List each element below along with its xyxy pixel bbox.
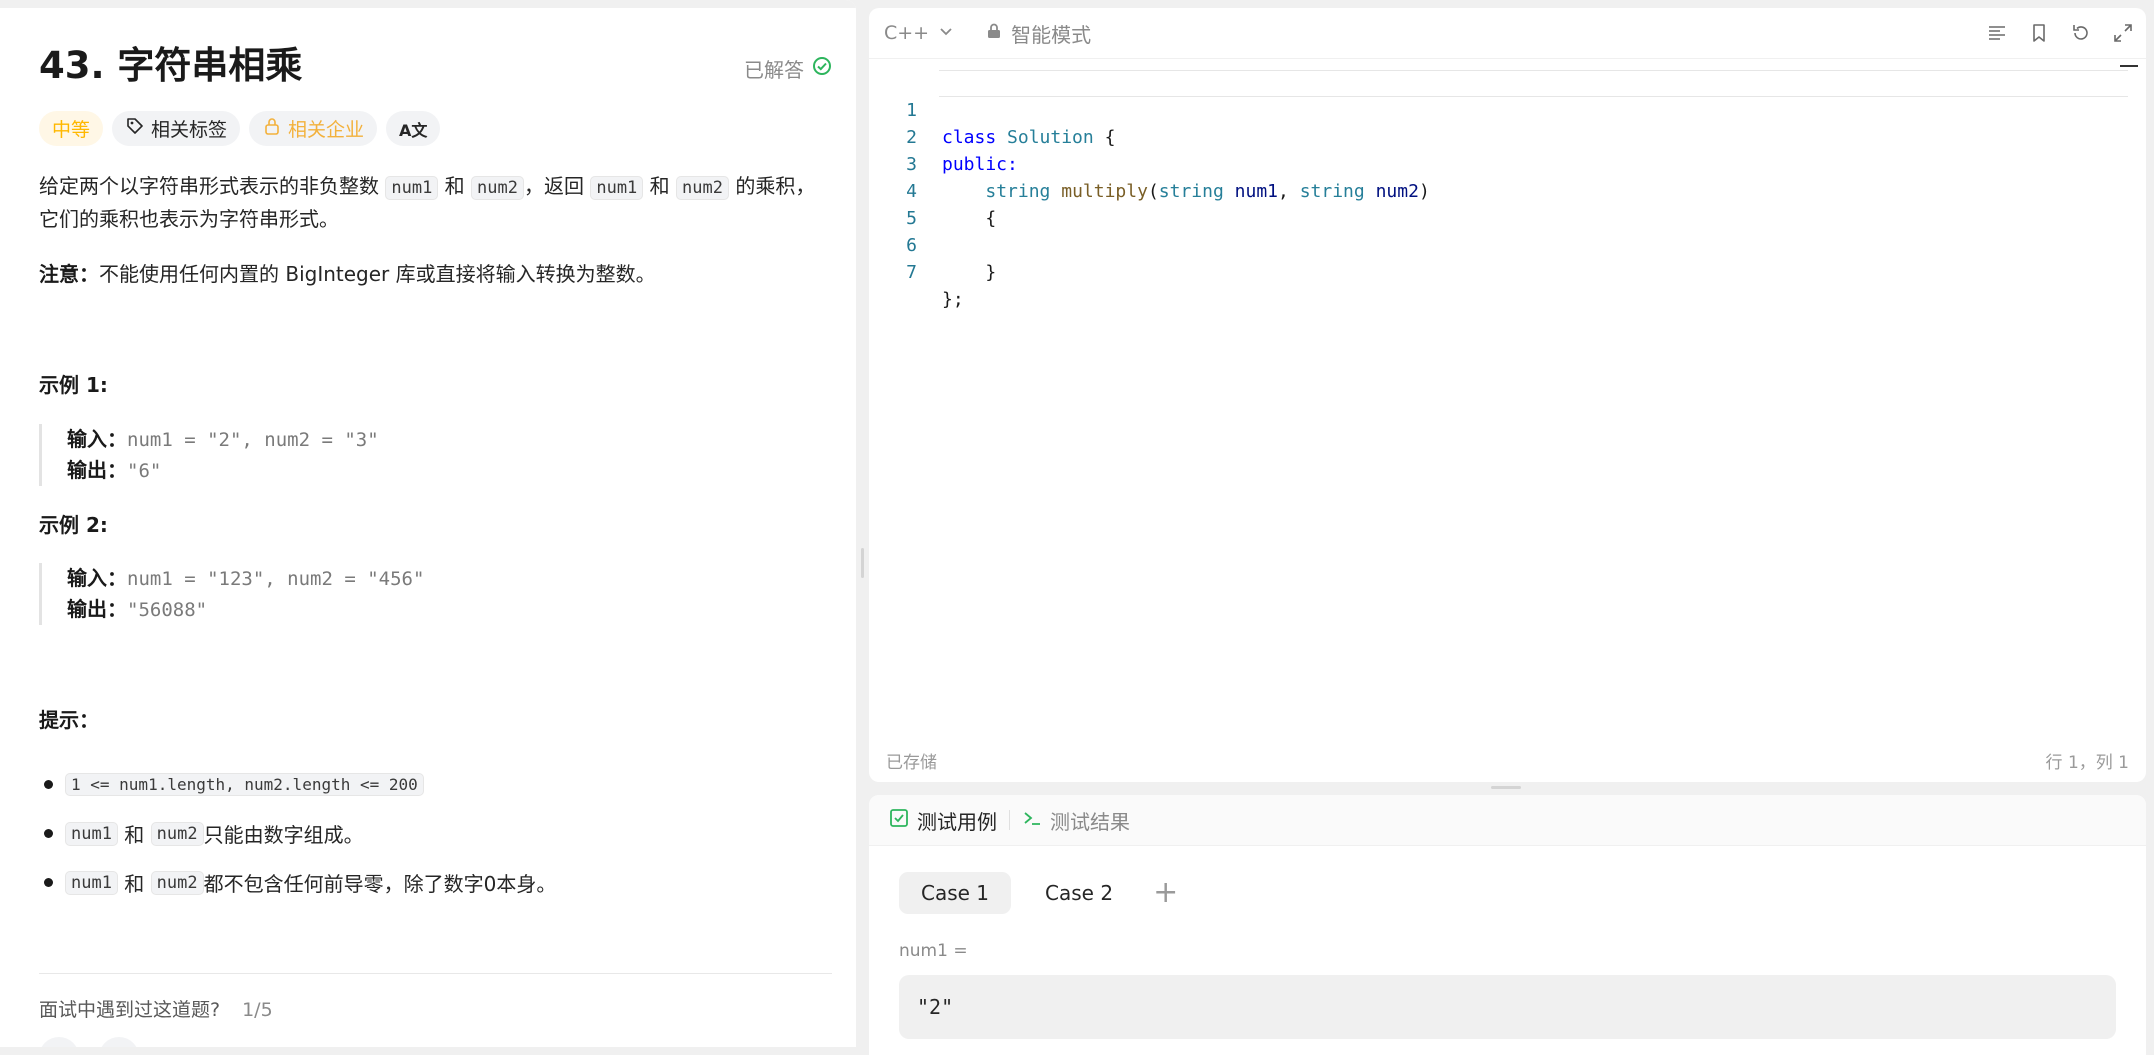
case-tab[interactable]: Case 2 <box>1023 872 1135 914</box>
code-area[interactable]: 1 class Solution { 2 public: 3 string mu… <box>869 70 2146 310</box>
tab-result-label: 测试结果 <box>1050 809 1130 834</box>
saved-status: 已存储 <box>886 752 937 773</box>
problem-description: 给定两个以字符串形式表示的非负整数 num1 和 num2 ，返回 num1 和 … <box>39 174 816 231</box>
case-tab[interactable]: Case 1 <box>899 872 1012 914</box>
no-button[interactable] <box>99 1037 139 1047</box>
code-line: 2 public: <box>906 127 1018 175</box>
example-output: "6" <box>127 460 162 482</box>
smart-mode-toggle[interactable]: 智能模式 <box>985 19 1091 48</box>
example-input: num1 = "123", num2 = "456" <box>127 568 425 590</box>
tab-result[interactable]: 测试结果 <box>1022 806 1130 835</box>
bookmark-icon[interactable] <box>2026 20 2052 46</box>
chevron-down-icon <box>937 22 955 45</box>
example-output: "56088" <box>127 599 208 621</box>
case-tabs: Case 1 Case 2 + <box>899 872 1178 914</box>
hints-heading: 提示： <box>39 708 99 732</box>
language-label: C++ <box>884 22 930 44</box>
solved-status: 已解答 <box>744 54 832 83</box>
tab-testcase-label: 测试用例 <box>917 809 997 834</box>
param-label: num1 = <box>899 941 968 961</box>
problem-title[interactable]: 43. 字符串相乘 <box>39 42 832 90</box>
inline-code: num2 <box>676 176 729 200</box>
tag-icon <box>125 116 145 141</box>
code-line: 4 { <box>906 181 997 229</box>
note-label: 注意： <box>39 262 99 286</box>
solved-label: 已解答 <box>744 58 804 82</box>
mode-label: 智能模式 <box>1011 22 1092 47</box>
tab-divider <box>1009 810 1010 830</box>
example-1-block: 输入：num1 = "2", num2 = "3" 输出："6" <box>39 424 379 486</box>
checkbox-icon <box>889 808 909 833</box>
related-tags-label: 相关标签 <box>151 119 228 141</box>
terminal-icon <box>1022 808 1042 833</box>
difficulty-label: 中等 <box>52 119 91 141</box>
vertical-resize-handle[interactable] <box>856 0 869 1047</box>
difficulty-tag[interactable]: 中等 <box>39 111 104 146</box>
code-line: 1 class Solution { <box>869 70 2146 148</box>
related-tags-button[interactable]: 相关标签 <box>112 111 241 146</box>
test-panel-tabs: 测试用例 测试结果 <box>869 795 2146 846</box>
related-companies-label: 相关企业 <box>288 119 365 141</box>
fullscreen-icon[interactable] <box>2110 20 2136 46</box>
tag-bar: 中等 相关标签 相关企业 A文 <box>39 111 441 146</box>
code-line: 6 } <box>906 235 997 283</box>
add-case-button[interactable]: + <box>1153 872 1178 914</box>
list-item: num1 和 num2 只能由数字组成。 <box>39 809 832 858</box>
hints-list: 1 <= num1.length, num2.length <= 200 num… <box>39 760 832 907</box>
interview-question: 面试中遇到过这道题? 1/5 <box>39 995 273 1022</box>
note: 注意：不能使用任何内置的 BigInteger 库或直接将输入转换为整数。 <box>39 259 832 290</box>
code-editor-panel: C++ 智能模式 1 class Solution {2 public: 3 … <box>869 8 2146 782</box>
title-row: 43. 字符串相乘 已解答 <box>39 42 832 92</box>
tab-testcase[interactable]: 测试用例 <box>889 806 997 835</box>
yes-button[interactable] <box>39 1037 79 1047</box>
code-line: 5 <box>906 208 917 229</box>
horizontal-resize-handle[interactable] <box>869 782 2146 795</box>
editor-status-bar: 已存储 行 1，列 1 <box>869 738 2146 782</box>
translate-icon: A文 <box>399 120 428 140</box>
interview-label: 面试中遇到过这道题? <box>39 999 221 1021</box>
lock-icon <box>262 116 282 141</box>
editor-toolbar: C++ 智能模式 <box>869 8 2146 59</box>
lock-icon <box>985 21 1003 45</box>
check-circle-icon <box>812 56 832 81</box>
language-selector[interactable]: C++ <box>884 22 955 45</box>
example-input: num1 = "2", num2 = "3" <box>127 429 379 451</box>
example-2-block: 输入：num1 = "123", num2 = "456" 输出："56088" <box>39 563 424 625</box>
test-panel: 测试用例 测试结果 Case 1 Case 2 + num1 = "2" <box>869 795 2146 1055</box>
code-line: 7 }; <box>906 262 964 310</box>
note-text: 不能使用任何内置的 BigInteger 库或直接将输入转换为整数。 <box>99 262 656 286</box>
editor-actions <box>1984 20 2136 46</box>
example-2-heading: 示例 2: <box>39 513 108 537</box>
interview-count: 1/5 <box>242 999 273 1021</box>
related-companies-button[interactable]: 相关企业 <box>249 111 378 146</box>
translate-button[interactable]: A文 <box>386 111 441 146</box>
example-1-heading: 示例 1: <box>39 373 108 397</box>
reset-icon[interactable] <box>2068 20 2094 46</box>
problem-panel: 43. 字符串相乘 已解答 中等 相关标签 相关企业 A文 给定两个以字符串形式… <box>0 0 856 1047</box>
code-line: 3 string multiply(string num1, string nu… <box>906 154 1430 202</box>
list-item: 1 <= num1.length, num2.length <= 200 <box>39 760 832 809</box>
divider <box>39 973 832 974</box>
param-input[interactable]: "2" <box>899 975 2116 1039</box>
inline-code: num1 <box>590 176 644 200</box>
inline-code: num1 <box>385 176 439 200</box>
inline-code: num2 <box>471 176 524 200</box>
cursor-position: 行 1，列 1 <box>2045 752 2129 773</box>
minimap-slider[interactable] <box>2120 65 2138 67</box>
list-item: num1 和 num2 都不包含任何前导零，除了数字0本身。 <box>39 858 832 907</box>
format-icon[interactable] <box>1984 20 2010 46</box>
